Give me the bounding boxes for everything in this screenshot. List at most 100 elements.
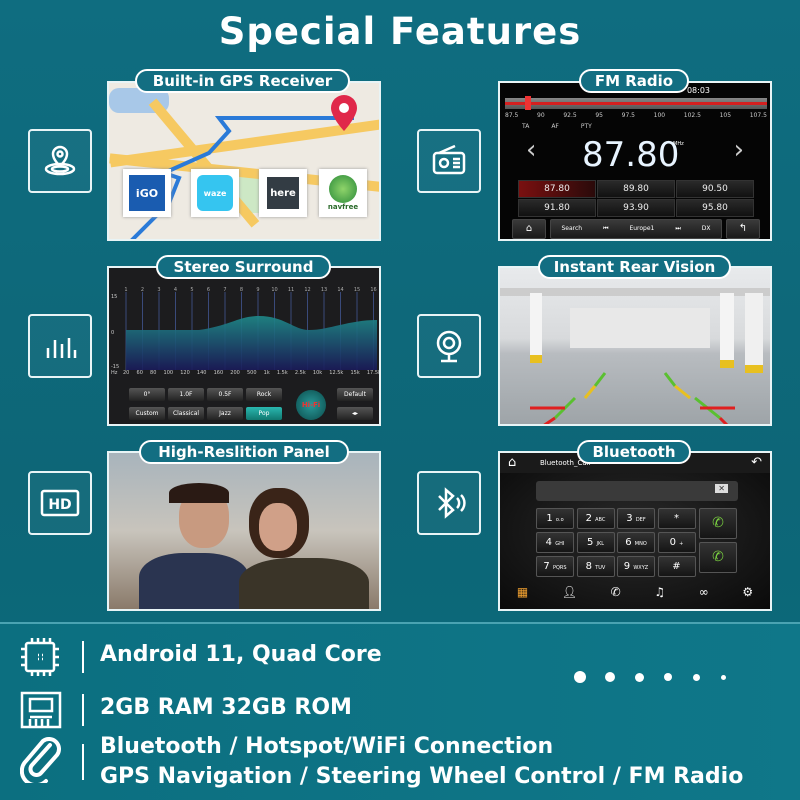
dial-key[interactable]: 2 ABC [576,508,615,529]
music-icon[interactable]: ♫ [654,585,665,599]
search-button[interactable]: Search [561,220,582,238]
equalizer-icon [28,314,92,378]
toggle-af[interactable]: AF [551,123,559,130]
eq-band-number: 11 [288,287,294,293]
eq-preset[interactable]: Classical [168,407,204,420]
home-icon[interactable]: ⌂ [508,455,516,470]
eq-band-number: 13 [321,287,327,293]
eq-preset[interactable]: Rock [246,388,282,401]
spec-memory: 2GB RAM 32GB ROM [100,695,352,720]
eq-freq-label: 17.5k [366,370,381,376]
dial-input[interactable]: ✕ [536,481,738,501]
equalizer-panel: 1 2 3 4 5 6 7 8 9 10 11 12 13 14 15 16 15 0 -15 Hz 20 60… [107,266,381,426]
dial-key[interactable]: * [657,508,696,529]
dial-key[interactable]: 6 MNO [617,532,655,553]
dial-key[interactable]: 4 GHI [536,532,574,553]
here-app-logo: here [259,169,307,217]
dial-key[interactable]: # [657,556,696,577]
eq-unit: Hz [111,370,118,376]
eq-band-number: 7 [223,287,226,293]
eq-freq-label: 500 [246,370,257,376]
memory-card-icon [20,691,62,729]
preset-5[interactable]: 93.90 [597,199,675,217]
answer-button[interactable]: ✆ [699,542,737,573]
key-letters: + [679,541,684,547]
key-digit: # [672,561,681,572]
default-button[interactable]: Default [337,388,373,401]
preset-2[interactable]: 89.80 [597,180,675,198]
fm-label: FM Radio [579,69,689,93]
pager-dot [721,675,726,680]
camera-icon [417,314,481,378]
key-letters: GHI [555,541,565,547]
eq-band-number: 2 [141,287,144,293]
eq-freq-label: 10k [312,370,323,376]
preset-3[interactable]: 90.50 [676,180,754,198]
eq-freq-label: 200 [230,370,240,376]
link-icon[interactable]: ∞ [699,585,709,599]
preset-4[interactable]: 91.80 [518,199,596,217]
cpu-icon [21,638,59,676]
eq-freq-label: 15k [350,370,360,376]
divider [82,641,84,673]
eq-band-number: 3 [157,287,160,293]
dial-key[interactable]: 1 ᴏ.ᴏ [536,508,574,529]
preset-6[interactable]: 95.80 [676,199,754,217]
dx-button[interactable]: DX [702,220,711,238]
eq-preset[interactable]: Jazz [207,407,243,420]
dial-key[interactable]: 0 + [657,532,696,553]
dial-key[interactable]: 3 DEF [617,508,655,529]
next-station-button[interactable]: › [734,135,744,165]
dial-key[interactable]: 7 PQRS [536,556,574,577]
toggle-ta[interactable]: TA [522,123,529,130]
dialpad-icon[interactable]: ▦ [517,585,528,599]
next-track-icon[interactable]: ⏭ [675,220,680,238]
eq-band-number: 9 [256,287,259,293]
hifi-button[interactable]: Hi-Fi [296,390,326,420]
balance-button[interactable]: ◂▸ [337,407,373,420]
eq-preset[interactable]: 1.0F [168,388,204,401]
backspace-icon[interactable]: ✕ [715,484,728,493]
stereo-label: Stereo Surround [156,255,331,279]
dial-key[interactable]: 8 TUV [576,556,615,577]
call-log-icon[interactable]: ✆ [611,585,621,599]
eq-freq-label: 1.5k [276,370,288,376]
eq-preset[interactable]: 0° [129,388,165,401]
eq-freq-label: 60 [136,370,143,376]
eq-freq-label: 1k [263,370,270,376]
eq-preset[interactable]: Custom [129,407,165,420]
divider [82,694,84,726]
eq-band-number: 8 [240,287,243,293]
dial-key[interactable]: 9 WXYZ [617,556,655,577]
toggle-pty[interactable]: PTY [581,123,592,130]
eq-preset-active[interactable]: Pop [246,407,282,420]
photo-people [139,483,369,609]
contacts-icon[interactable]: 👤︎ [562,585,577,599]
eq-band-number: 1 [124,287,127,293]
prev-track-icon[interactable]: ⏮ [603,220,608,238]
key-digit: 2 [585,513,592,524]
prev-station-button[interactable]: ‹ [526,135,536,165]
spec-connectivity: Bluetooth / Hotspot/WiFi Connection [100,734,554,759]
bluetooth-icon [417,471,481,535]
gps-panel: iGO waze here navfree [107,81,381,241]
eq-freq-label: 12.5k [329,370,344,376]
pager-dot [664,673,672,681]
home-button[interactable]: ⌂ [512,219,546,239]
settings-icon[interactable]: ⚙ [742,585,753,599]
svg-text:HD: HD [48,497,71,513]
pager-dot [605,672,615,682]
key-letters: WXYZ [633,565,649,571]
back-button[interactable]: ↰ [726,219,760,239]
rear-camera-panel [498,266,772,426]
spec-features: GPS Navigation / Steering Wheel Control … [100,764,744,789]
dial-key[interactable]: 5 JKL [576,532,615,553]
call-button[interactable]: ✆ [699,508,737,539]
tuner-handle[interactable] [525,96,531,110]
preset-1[interactable]: 87.80 [518,180,596,198]
frequency-scale: 87.5 90 92.5 95 97.5 100 102.5 105 107.5 [505,112,767,119]
frequency-display: 87.80 [582,135,680,175]
pager-dot [635,673,644,682]
back-icon[interactable]: ↶ [751,455,762,470]
eq-preset[interactable]: 0.5F [207,388,243,401]
